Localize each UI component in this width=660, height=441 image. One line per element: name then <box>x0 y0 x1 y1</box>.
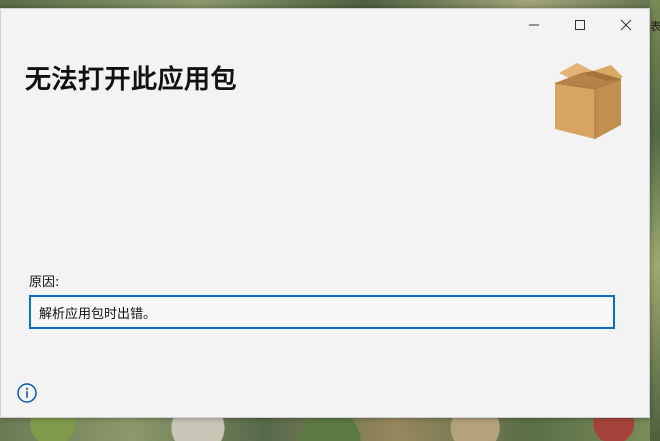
page-title: 无法打开此应用包 <box>25 65 238 95</box>
app-installer-dialog: 无法打开此应用包 原因: 解析应用包时出错。 <box>0 8 650 418</box>
info-icon[interactable] <box>16 382 38 404</box>
maximize-button[interactable] <box>557 9 603 41</box>
maximize-icon <box>575 20 585 30</box>
background-window-text: 表 <box>650 20 660 33</box>
titlebar-controls <box>511 9 649 41</box>
close-button[interactable] <box>603 9 649 41</box>
reason-text: 解析应用包时出错。 <box>39 306 157 322</box>
desktop-wallpaper-right <box>650 0 660 441</box>
minimize-icon <box>529 24 539 26</box>
package-box-icon <box>554 63 623 139</box>
reason-message-box[interactable]: 解析应用包时出错。 <box>29 295 615 329</box>
minimize-button[interactable] <box>511 9 557 41</box>
desktop-wallpaper-top <box>0 0 660 8</box>
close-icon <box>620 19 632 31</box>
reason-label: 原因: <box>29 275 60 290</box>
